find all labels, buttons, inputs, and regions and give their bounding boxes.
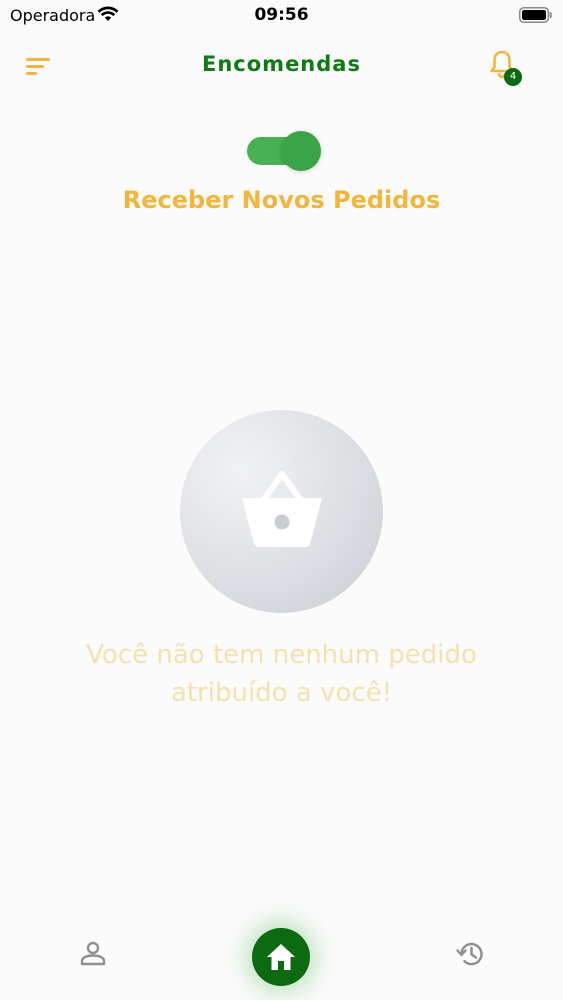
status-bar: Operadora 09:56: [0, 0, 563, 30]
empty-state-illustration: [180, 410, 383, 613]
notification-badge: 4: [504, 68, 522, 86]
toggle-knob: [281, 131, 321, 171]
empty-state-message: Você não tem nenhum pedido atribuído a v…: [86, 640, 477, 708]
profile-tab[interactable]: [78, 939, 108, 969]
status-time: 09:56: [254, 5, 309, 25]
receive-orders-toggle[interactable]: [247, 131, 321, 171]
home-tab[interactable]: [252, 928, 310, 986]
toggle-label: Receber Novos Pedidos: [122, 186, 441, 214]
battery-icon: [519, 7, 553, 23]
app-header: Encomendas 4: [0, 40, 563, 94]
person-icon: [80, 941, 106, 966]
history-icon: [456, 942, 483, 966]
page-title: Encomendas: [202, 52, 361, 76]
bottom-navigation: [0, 910, 563, 1000]
notifications-button[interactable]: 4: [486, 48, 526, 88]
history-tab[interactable]: [454, 938, 486, 970]
home-icon: [267, 944, 295, 970]
basket-icon: [242, 471, 322, 547]
